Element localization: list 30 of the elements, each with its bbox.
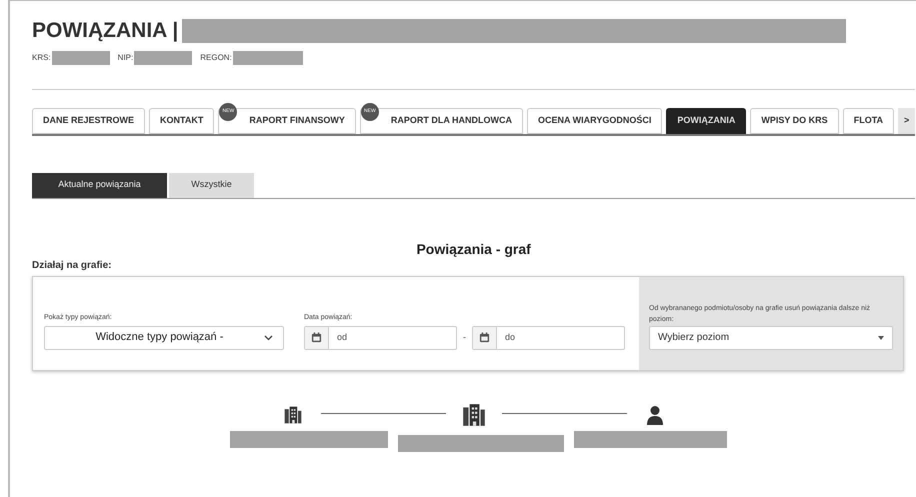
calendar-icon (479, 332, 490, 343)
section-label: Działaj na grafie: (32, 258, 112, 272)
building-icon (282, 404, 303, 424)
tab[interactable]: DANE REJESTROWE (32, 108, 146, 134)
level-dropdown[interactable]: Wybierz poziom (649, 326, 893, 350)
redaction-bar (52, 50, 110, 64)
chevron-down-icon (264, 334, 273, 340)
id-label: NIP: (118, 52, 134, 64)
redaction-bar (232, 50, 303, 64)
tabs-next-button[interactable]: > (898, 108, 916, 134)
date-from-field[interactable]: od (304, 326, 457, 350)
types-dropdown[interactable]: Widoczne typy powiązań - (44, 326, 284, 350)
subtab[interactable]: Aktualne powiązania (32, 172, 167, 198)
date-separator: - (463, 330, 466, 344)
tab[interactable]: FLOTA (842, 108, 894, 134)
redaction-bar (134, 50, 192, 64)
calendar-icon (311, 332, 322, 343)
id-label: KRS: (32, 52, 51, 64)
graph-title: Powiązania - graf (416, 240, 531, 259)
tab[interactable]: WPISY DO KRS (750, 108, 839, 134)
tab[interactable]: OCENA WIARYGODNOŚCI (527, 108, 662, 134)
subtab[interactable]: Wszystkie (169, 172, 254, 198)
tab[interactable]: KONTAKT (149, 108, 214, 134)
caret-icon (878, 336, 884, 340)
page-title: POWIĄZANIA | (32, 18, 178, 44)
building-icon (460, 402, 487, 428)
id-label: REGON: (200, 52, 232, 64)
date-to-field[interactable]: do (472, 326, 625, 350)
tab[interactable]: POWIĄZANIA (666, 108, 746, 134)
person-icon (646, 404, 664, 424)
